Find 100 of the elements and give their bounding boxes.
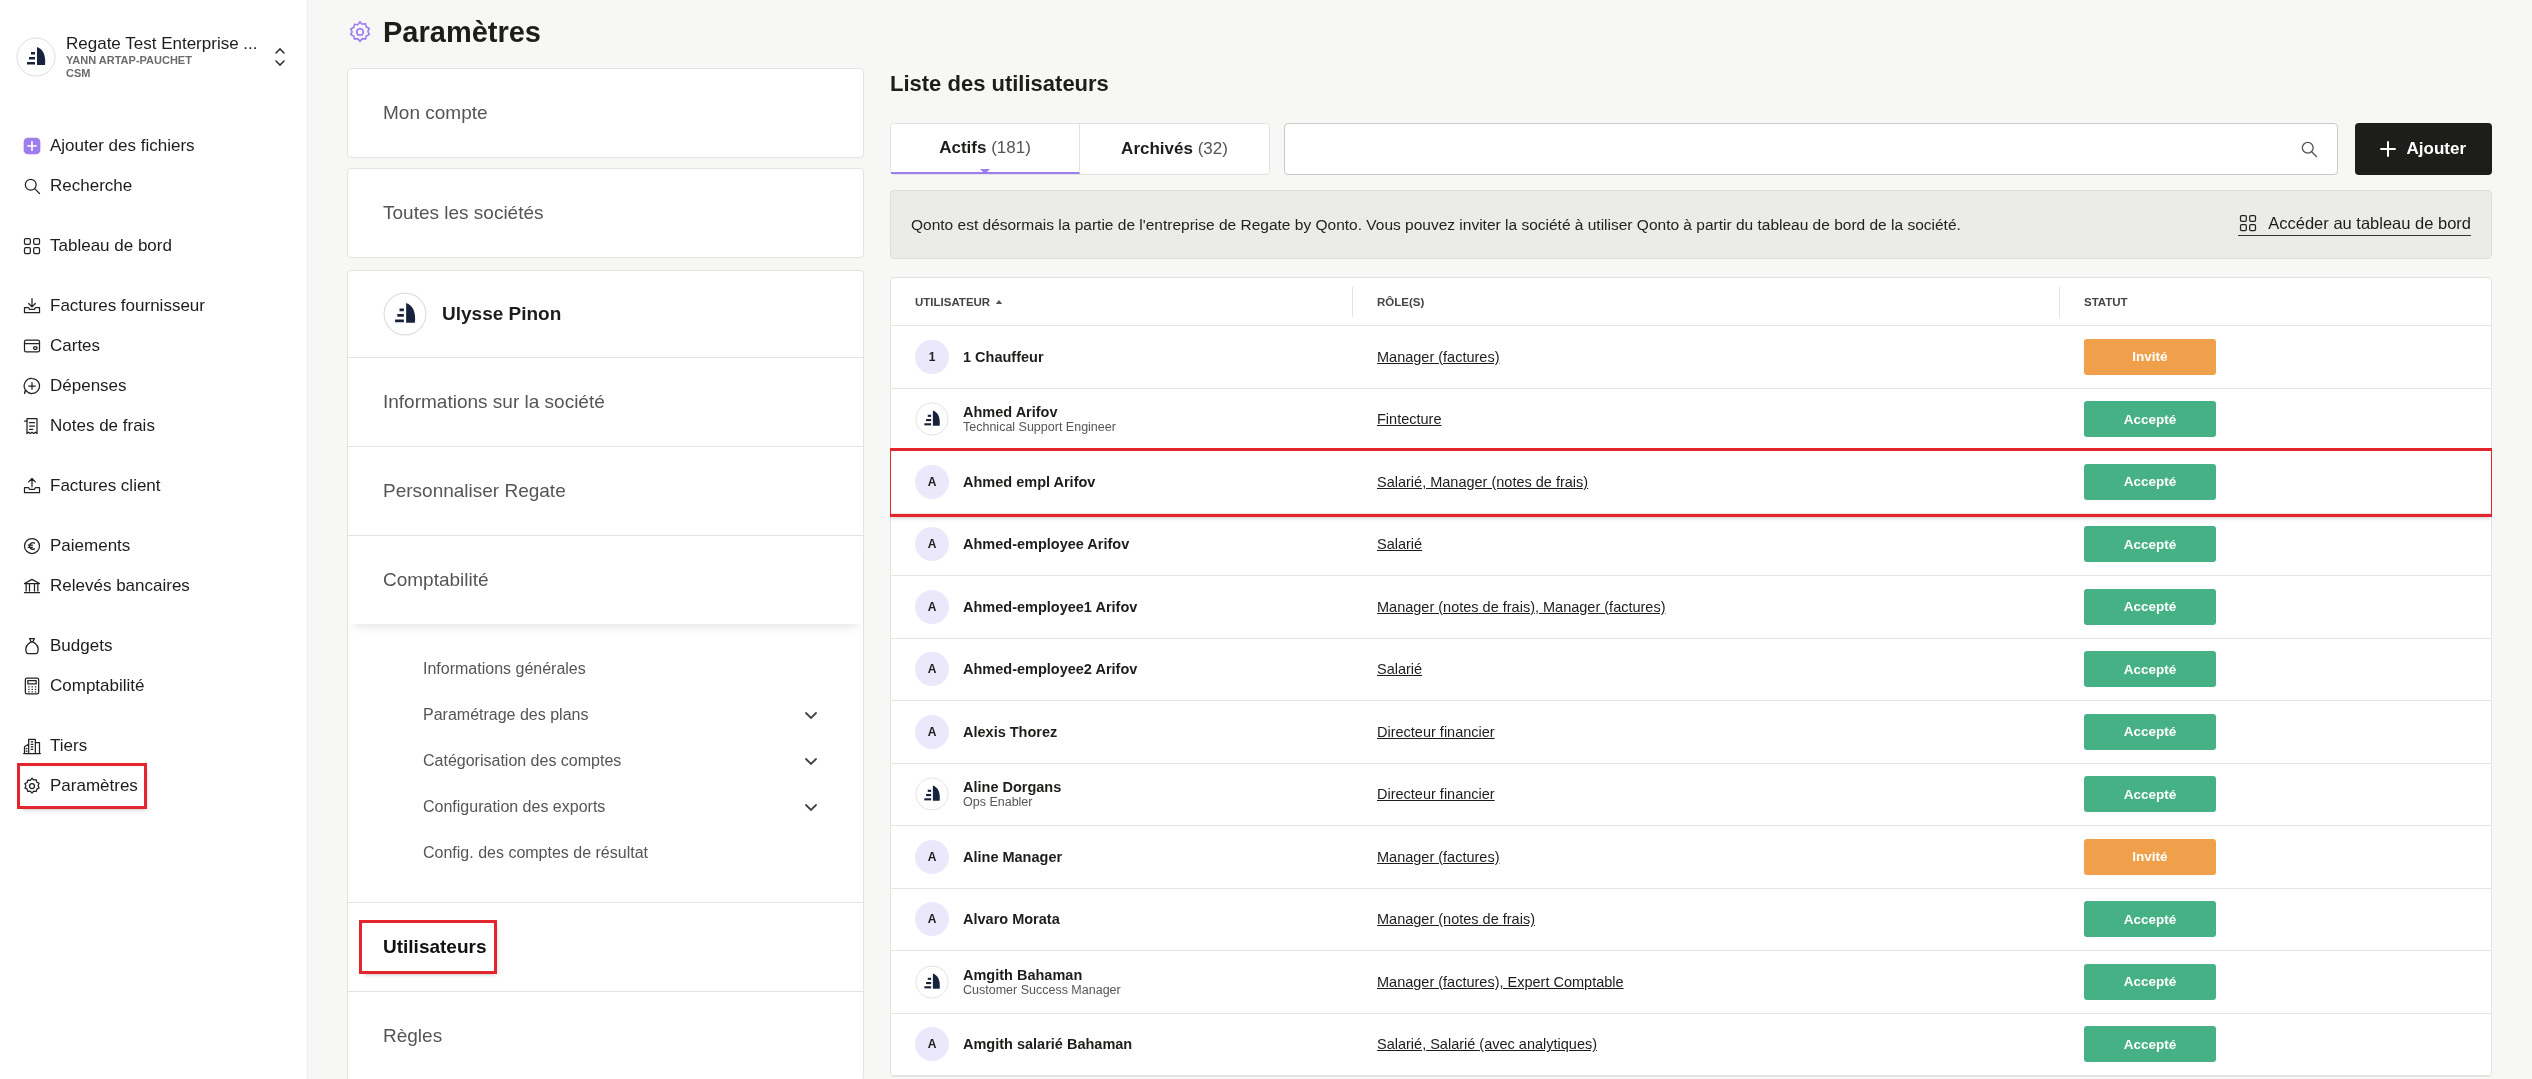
- settings-subitem[interactable]: Configuration des exports: [348, 784, 863, 830]
- euro-icon: [22, 536, 42, 556]
- job-title: Customer Success Manager: [963, 982, 1121, 997]
- table-row[interactable]: A Amgith salarié Bahaman Salarié, Salarié (avec analytiques) Accepté: [891, 1013, 2491, 1076]
- role-link[interactable]: Directeur financier: [1377, 786, 1495, 803]
- sidebar-item[interactable]: Paramètres: [20, 766, 144, 806]
- user-name: Ahmed-employee Arifov: [963, 536, 1130, 553]
- section-title: Liste des utilisateurs: [890, 70, 1110, 98]
- table-row[interactable]: A Ahmed empl Arifov Salarié, Manager (notes de frais) Accepté: [891, 451, 2491, 514]
- column-header[interactable]: STATUT: [2084, 295, 2128, 308]
- role-link[interactable]: Salarié, Salarié (avec analytiques): [1377, 1036, 1598, 1053]
- table-row[interactable]: Aline Dorgans Ops Enabler Directeur financier Accepté: [891, 763, 2491, 826]
- status-badge: Accepté: [2084, 776, 2216, 813]
- plus-icon: [2378, 140, 2397, 158]
- table-row[interactable]: A Alvaro Morata Manager (notes de frais) Accepté: [891, 888, 2491, 951]
- download-tray-icon: [22, 296, 42, 316]
- settings-nav-item[interactable]: Utilisateurs: [362, 923, 495, 971]
- sidebar-item[interactable]: Cartes: [20, 326, 107, 366]
- settings-card[interactable]: Mon compte: [348, 69, 863, 157]
- sidebar-item[interactable]: Paiements: [20, 526, 137, 566]
- table-row[interactable]: A Ahmed-employee2 Arifov Salarié Accepté: [891, 638, 2491, 701]
- plus-icon: [22, 136, 42, 156]
- user-name: Alvaro Morata: [963, 911, 1060, 928]
- status-badge: Accepté: [2084, 463, 2216, 500]
- avatar: A: [915, 839, 949, 874]
- status-badge: Accepté: [2084, 401, 2216, 438]
- status-badge: Accepté: [2084, 963, 2216, 1000]
- settings-subitem[interactable]: Paramétrage des plans: [348, 692, 863, 738]
- sidebar-item[interactable]: Factures client: [20, 466, 167, 506]
- settings-icon: [347, 19, 373, 45]
- bag-icon: [22, 636, 42, 656]
- status-badge: Invité: [2084, 838, 2216, 875]
- role-link[interactable]: Salarié: [1377, 536, 1423, 553]
- sidebar-item[interactable]: Ajouter des fichiers: [20, 126, 201, 166]
- table-row[interactable]: 1 1 Chauffeur Manager (factures) Invité: [891, 326, 2491, 389]
- table-row[interactable]: A Ahmed-employee1 Arifov Manager (notes de frais), Manager (factures) Accepté: [891, 576, 2491, 639]
- avatar: A: [915, 527, 949, 562]
- status-badge: Accepté: [2084, 526, 2216, 563]
- table-row[interactable]: A Ahmed-employee Arifov Salarié Accepté: [891, 513, 2491, 576]
- job-title: Ops Enabler: [963, 795, 1034, 810]
- sidebar-item[interactable]: Notes de frais: [20, 406, 161, 446]
- bank-icon: [22, 576, 42, 596]
- sidebar-item[interactable]: Recherche: [20, 166, 139, 206]
- user-name: Amgith salarié Bahaman: [963, 1036, 1133, 1053]
- page-title: Paramètres: [383, 15, 541, 49]
- banner-text: Qonto est désormais la partie de l'entreprise de Regate by Qonto. Vous pouvez inviter la société à utiliser Qonto à partir du tableau de bord de la société.: [911, 215, 1961, 234]
- role-link[interactable]: Manager (notes de frais): [1377, 911, 1535, 928]
- role-link[interactable]: Directeur financier: [1377, 723, 1495, 740]
- sidebar-item[interactable]: Dépenses: [20, 366, 133, 406]
- avatar: A: [915, 902, 949, 937]
- status-badge: Invité: [2084, 338, 2216, 375]
- add-button[interactable]: Ajouter: [2354, 123, 2492, 175]
- dashboard-link[interactable]: Accéder au tableau de bord: [2238, 213, 2471, 236]
- table-row[interactable]: Ahmed Arifov Technical Support Engineer Fintecture Accepté: [891, 388, 2491, 451]
- avatar: A: [915, 589, 949, 624]
- sidebar-item[interactable]: Budgets: [20, 626, 119, 666]
- avatar: A: [915, 1027, 949, 1062]
- upload-tray-icon: [22, 476, 42, 496]
- settings-subitem[interactable]: Informations générales: [348, 646, 863, 692]
- calculator-icon: [22, 676, 42, 696]
- role-link[interactable]: Manager (factures), Expert Comptable: [1377, 973, 1624, 990]
- table-row[interactable]: A Aline Manager Manager (factures) Invité: [891, 826, 2491, 889]
- settings-subitem[interactable]: Catégorisation des comptes: [348, 738, 863, 784]
- sidebar-item[interactable]: Comptabilité: [20, 666, 151, 706]
- logo-icon: [16, 37, 56, 77]
- job-title: Technical Support Engineer: [963, 420, 1116, 435]
- status-badge: Accepté: [2084, 651, 2216, 688]
- search-field[interactable]: [1284, 123, 2338, 175]
- role-link[interactable]: Manager (notes de frais), Manager (factures): [1377, 598, 1666, 615]
- settings-nav-item[interactable]: Personnaliser Regate: [348, 447, 566, 535]
- user-name: Aline Manager: [963, 848, 1063, 865]
- role-link[interactable]: Manager (factures): [1377, 348, 1500, 365]
- avatar: A: [915, 652, 949, 687]
- role-link[interactable]: Salarié, Manager (notes de frais): [1377, 473, 1589, 490]
- settings-nav-item[interactable]: Règles: [348, 992, 443, 1079]
- role-link[interactable]: Manager (factures): [1377, 848, 1500, 865]
- status-badge: Accepté: [2084, 588, 2216, 625]
- settings-nav-item[interactable]: Comptabilité: [348, 536, 863, 624]
- tab[interactable]: Archivés (32): [1080, 124, 1269, 174]
- table-row[interactable]: Amgith Bahaman Customer Success Manager Manager (factures), Expert Comptable Accepté: [891, 951, 2491, 1014]
- avatar: A: [915, 714, 949, 749]
- settings-subitem[interactable]: Config. des comptes de résultat: [348, 830, 863, 876]
- role-link[interactable]: Fintecture: [1377, 411, 1442, 428]
- sidebar-item[interactable]: Tiers: [20, 726, 94, 766]
- user-name: Ahmed Arifov: [963, 404, 1059, 421]
- buildings-icon: [22, 736, 42, 756]
- column-header[interactable]: UTILISATEUR: [915, 295, 991, 308]
- settings-card[interactable]: Toutes les sociétés: [348, 169, 863, 257]
- user-name: YANN ARTAP-PAUCHET: [66, 54, 193, 67]
- role-link[interactable]: Salarié: [1377, 661, 1423, 678]
- column-header[interactable]: RÔLE(S): [1377, 295, 1425, 308]
- sidebar-item[interactable]: Relevés bancaires: [20, 566, 196, 606]
- table-row[interactable]: A Alexis Thorez Directeur financier Accepté: [891, 701, 2491, 764]
- chevron-up-down-icon[interactable]: [273, 46, 287, 68]
- sidebar-item[interactable]: Tableau de bord: [20, 226, 178, 266]
- sidebar-item[interactable]: Factures fournisseur: [20, 286, 211, 326]
- logo-icon: [383, 292, 427, 336]
- settings-nav-item[interactable]: Informations sur la société: [348, 358, 605, 446]
- company-name: Ulysse Pinon: [442, 303, 562, 325]
- user-name: Alexis Thorez: [963, 723, 1058, 740]
